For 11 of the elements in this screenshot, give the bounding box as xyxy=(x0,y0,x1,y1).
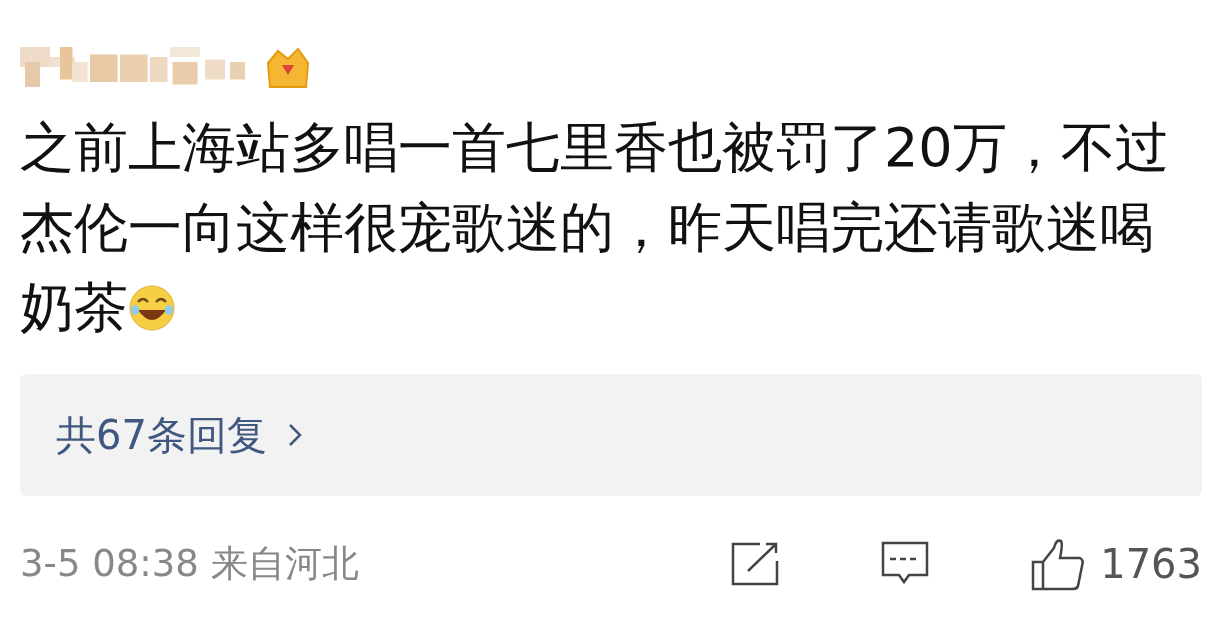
comment-text: 奶茶 xyxy=(20,275,128,341)
crown-icon xyxy=(264,45,312,91)
laughing-emoji-icon xyxy=(128,284,176,332)
like-count: 1763 xyxy=(1100,541,1202,587)
share-icon[interactable] xyxy=(730,541,781,587)
comment-text: 之前上海站多唱一首七里香也被罚了20万，不过 xyxy=(20,115,1169,181)
chevron-right-icon xyxy=(286,422,303,448)
comment-text: 杰伦一向这样很宠歌迷的，昨天唱完还请歌迷喝 xyxy=(20,195,1154,261)
comment-meta: 3-5 08:38 来自河北 xyxy=(20,541,359,587)
replies-link[interactable]: 共67条回复 xyxy=(20,374,1202,496)
thumbs-up-icon[interactable] xyxy=(1030,536,1087,592)
